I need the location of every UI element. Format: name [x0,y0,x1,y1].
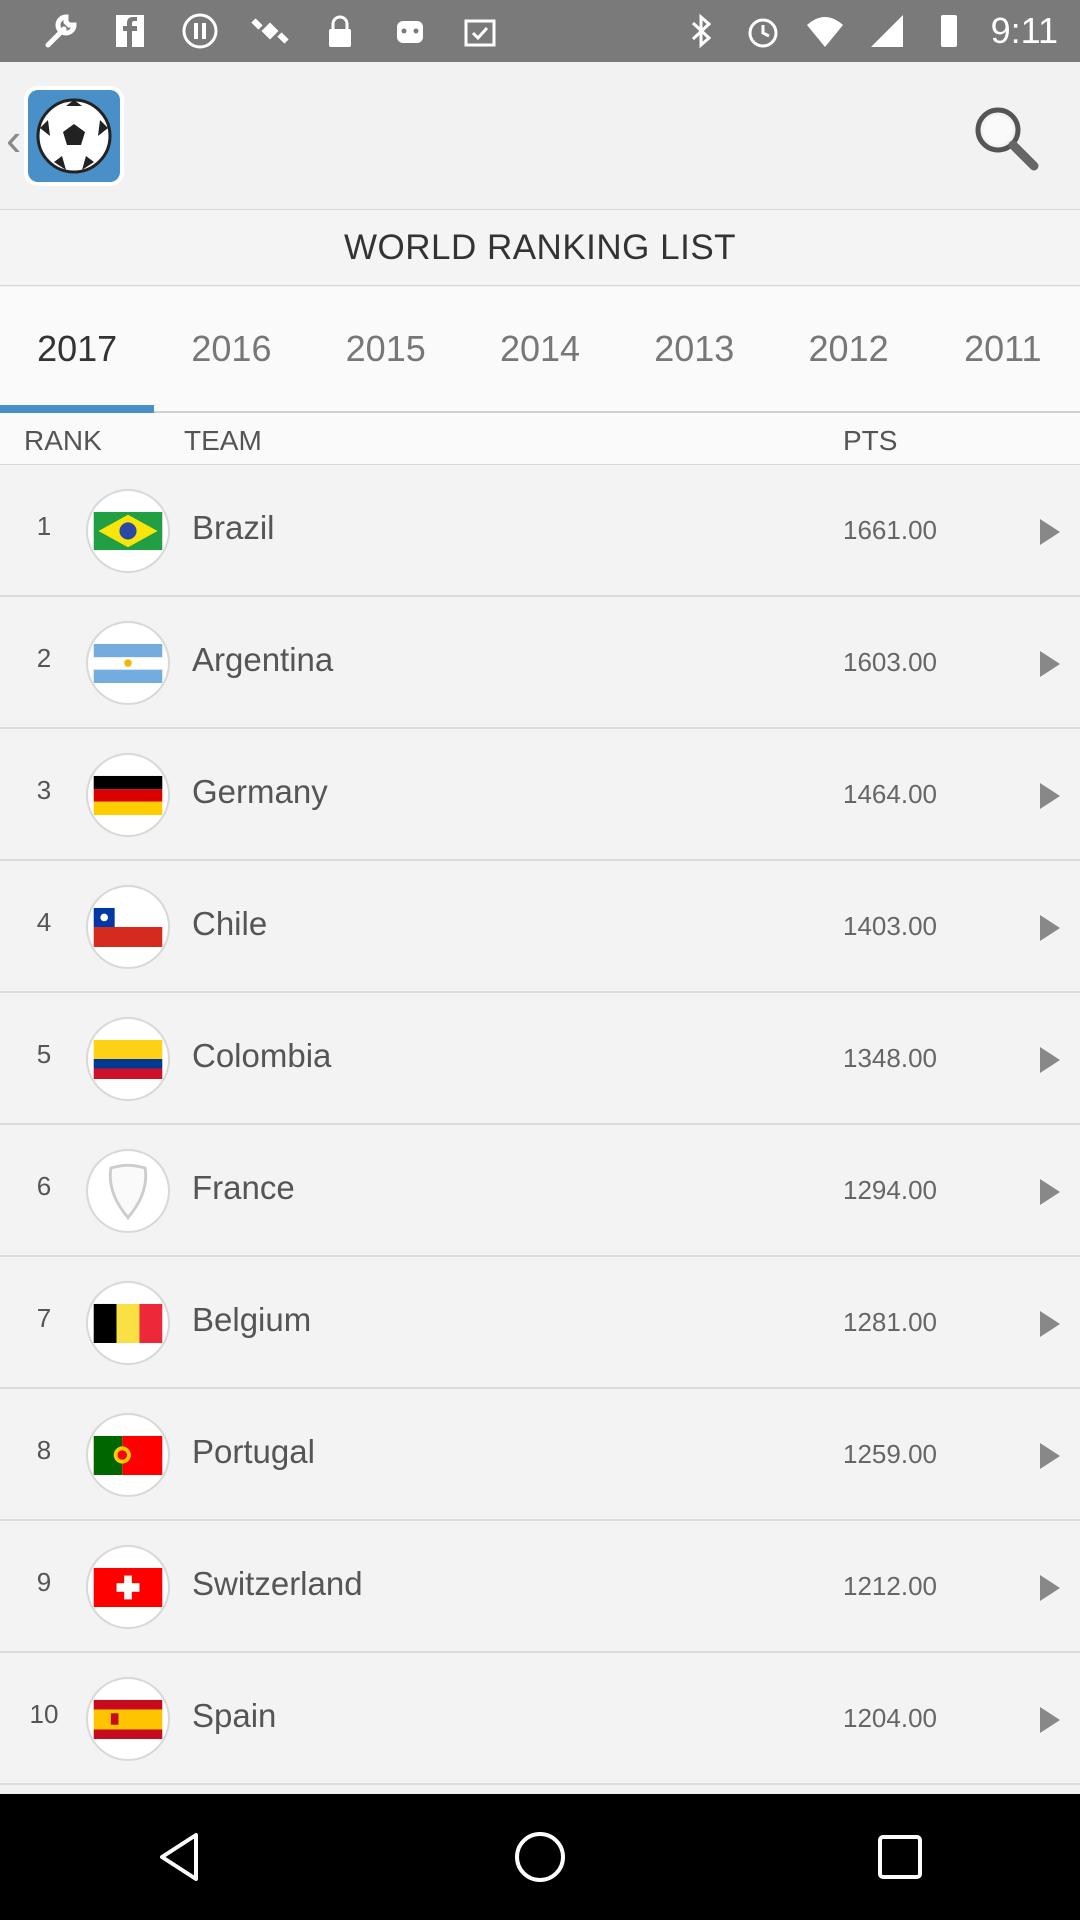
satellite-icon [251,18,289,44]
back-triangle-icon[interactable] [135,1812,225,1902]
play-arrow-icon[interactable] [1040,1179,1060,1205]
table-row[interactable]: 10 Spain 1204.00 [0,1653,1080,1785]
tab-2013[interactable]: 2013 [617,287,771,411]
play-arrow-icon[interactable] [1040,1047,1060,1073]
team-column-label: TEAM [184,425,262,456]
rank-value: 4 [36,907,52,937]
spain-flag-icon [86,1677,170,1761]
facebook-icon [116,15,144,47]
team-name: France [192,1169,295,1206]
search-button[interactable] [968,100,1042,174]
tab-2012[interactable]: 2012 [771,287,925,411]
wrench-icon [45,14,77,48]
table-row[interactable]: 2 Argentina 1603.00 [0,597,1080,729]
points-value: 1294.00 [843,1175,937,1205]
table-row[interactable]: 6 France 1294.00 [0,1125,1080,1257]
brazil-flag-icon [86,489,170,573]
argentina-flag-icon [86,621,170,705]
recents-square-icon[interactable] [855,1812,945,1902]
lock-icon [329,15,351,47]
table-row[interactable]: 8 Portugal 1259.00 [0,1389,1080,1521]
table-row[interactable]: 4 Chile 1403.00 [0,861,1080,993]
team-name: Portugal [192,1433,315,1470]
status-time: 9:11 [990,10,1058,51]
rank-value: 2 [36,643,52,673]
rank-column-label: RANK [24,425,102,456]
back-chevron-icon[interactable]: ‹ [6,112,21,166]
rank-value: 1 [36,511,52,541]
rank-value: 7 [36,1303,52,1333]
search-icon [975,107,1039,171]
rank-value: 10 [29,1699,59,1729]
team-name: Brazil [192,509,275,546]
status-bar: 9:11 [0,0,1080,62]
points-value: 1281.00 [843,1307,937,1337]
wifi-icon [806,17,843,47]
column-header: RANK TEAM PTS [0,413,1080,465]
tab-2015[interactable]: 2015 [309,287,463,411]
germany-flag-icon [86,753,170,837]
team-name: Argentina [192,641,334,678]
tab-2011[interactable]: 2011 [926,287,1080,411]
rank-value: 5 [36,1039,52,1069]
table-row[interactable]: 3 Germany 1464.00 [0,729,1080,861]
points-value: 1259.00 [843,1439,937,1469]
play-arrow-icon[interactable] [1040,1575,1060,1601]
play-arrow-icon[interactable] [1040,519,1060,545]
switzerland-flag-icon [86,1545,170,1629]
ranking-list: 1 Brazil 1661.00 2 Argentina 1603.00 3 G… [0,465,1080,1785]
tab-2014[interactable]: 2014 [463,287,617,411]
soccer-ball-icon[interactable] [28,90,120,182]
rank-value: 9 [36,1567,52,1597]
colombia-flag-icon [86,1017,170,1101]
belgium-flag-icon [86,1281,170,1365]
title-bar: WORLD RANKING LIST [0,210,1080,286]
signal-icon [870,15,903,47]
points-value: 1204.00 [843,1703,937,1733]
navigation-bar [0,1794,1080,1920]
play-arrow-icon[interactable] [1040,1311,1060,1337]
team-name: Colombia [192,1037,332,1074]
play-arrow-icon[interactable] [1040,1707,1060,1733]
battery-icon [940,15,957,47]
team-name: Germany [192,773,328,810]
play-arrow-icon[interactable] [1040,1443,1060,1469]
team-name: Belgium [192,1301,312,1338]
chile-flag-icon [86,885,170,969]
play-arrow-icon[interactable] [1040,651,1060,677]
team-name: Switzerland [192,1565,363,1602]
table-row[interactable]: 7 Belgium 1281.00 [0,1257,1080,1389]
table-row[interactable]: 5 Colombia 1348.00 [0,993,1080,1125]
clipboard-check-icon [464,19,496,47]
rank-value: 3 [36,775,52,805]
france-crest-icon [86,1149,170,1233]
points-value: 1403.00 [843,911,937,941]
points-value: 1661.00 [843,515,937,545]
points-value: 1603.00 [843,647,937,677]
points-value: 1464.00 [843,779,937,809]
points-value: 1212.00 [843,1571,937,1601]
points-value: 1348.00 [843,1043,937,1073]
team-name: Spain [192,1697,277,1734]
pts-column-label: PTS [843,425,898,456]
tab-2016[interactable]: 2016 [154,287,308,411]
rank-value: 6 [36,1171,52,1201]
rank-value: 8 [36,1435,52,1465]
play-arrow-icon[interactable] [1040,915,1060,941]
bluetooth-icon [691,13,711,49]
pause-icon [182,13,218,49]
year-tabs: 2017 2016 2015 2014 2013 2012 2011 [0,287,1080,413]
table-row[interactable]: 9 Switzerland 1212.00 [0,1521,1080,1653]
portugal-flag-icon [86,1413,170,1497]
tab-2017[interactable]: 2017 [0,287,155,413]
table-row[interactable]: 1 Brazil 1661.00 [0,465,1080,597]
alarm-icon [748,18,778,48]
android-icon [397,21,423,43]
play-arrow-icon[interactable] [1040,783,1060,809]
team-name: Chile [192,905,268,942]
home-circle-icon[interactable] [495,1812,585,1902]
page-title: WORLD RANKING LIST [343,227,737,267]
app-bar: ‹ [0,62,1080,210]
